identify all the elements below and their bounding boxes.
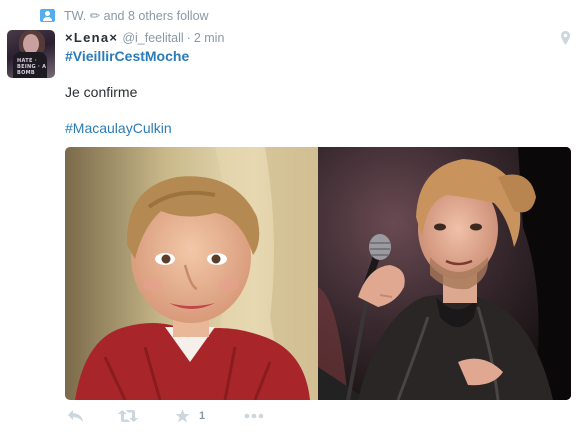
social-context: TW. ✏ and 8 others follow xyxy=(40,7,209,23)
tweet-header: ×Lena× @i_feelitall · 2 min xyxy=(65,30,224,46)
separator: · xyxy=(186,31,191,45)
favorite-action[interactable]: 1 xyxy=(175,409,205,423)
favorite-count: 1 xyxy=(199,410,206,422)
tweet-hashtag-line: #VieillirCestMoche xyxy=(65,47,189,65)
photo-left-child xyxy=(65,147,318,400)
timestamp[interactable]: 2 min xyxy=(194,31,225,45)
username[interactable]: @i_feelitall xyxy=(122,31,183,45)
follow-person-icon xyxy=(40,8,55,22)
display-name[interactable]: ×Lena× xyxy=(65,30,118,45)
star-icon[interactable] xyxy=(175,409,190,423)
avatar-shirt-text: HATE · BEING · A BOMB xyxy=(17,58,47,76)
hashtag-link-2[interactable]: #MacaulayCulkin xyxy=(65,120,172,136)
reply-icon[interactable] xyxy=(67,409,84,423)
retweet-icon[interactable] xyxy=(118,409,138,423)
tweet-actions: 1 xyxy=(65,405,571,431)
tweet-hashtag-line-2: #MacaulayCulkin xyxy=(65,119,172,137)
more-dots-icon[interactable] xyxy=(244,413,264,419)
hashtag-link-1[interactable]: #VieillirCestMoche xyxy=(65,48,189,64)
tweet-photo[interactable] xyxy=(65,147,571,400)
retweet-action[interactable] xyxy=(118,409,138,423)
tweet-body: Je confirme xyxy=(65,84,138,100)
more-action[interactable] xyxy=(244,413,264,419)
location-pin-icon[interactable] xyxy=(561,31,570,45)
photo-right-adult xyxy=(318,147,571,400)
avatar[interactable]: HATE · BEING · A BOMB xyxy=(7,30,55,78)
social-context-text[interactable]: TW. ✏ and 8 others follow xyxy=(64,8,209,23)
reply-action[interactable] xyxy=(67,409,84,423)
